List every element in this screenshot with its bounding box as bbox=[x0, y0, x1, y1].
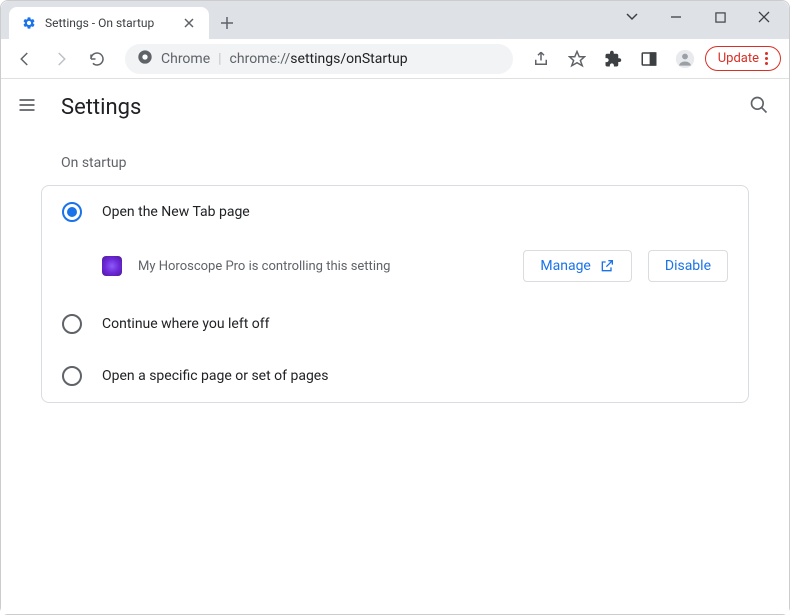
forward-button[interactable] bbox=[45, 43, 77, 75]
settings-header: Settings bbox=[1, 79, 789, 135]
page-title: Settings bbox=[61, 95, 141, 120]
url-scheme: Chrome bbox=[161, 51, 210, 67]
address-bar[interactable]: Chrome | chrome://settings/onStartup bbox=[125, 44, 513, 74]
radio-unselected-icon bbox=[62, 366, 82, 386]
new-tab-button[interactable] bbox=[213, 9, 241, 37]
extension-app-icon bbox=[102, 256, 122, 276]
gear-icon bbox=[21, 15, 37, 31]
share-icon[interactable] bbox=[525, 43, 557, 75]
radio-selected-icon bbox=[62, 202, 82, 222]
update-button[interactable]: Update bbox=[705, 46, 781, 71]
extension-notice-text: My Horoscope Pro is controlling this set… bbox=[138, 259, 507, 274]
close-tab-icon[interactable] bbox=[181, 15, 197, 31]
browser-tab[interactable]: Settings - On startup bbox=[9, 7, 209, 39]
manage-label: Manage bbox=[540, 258, 590, 274]
bookmark-icon[interactable] bbox=[561, 43, 593, 75]
disable-button[interactable]: Disable bbox=[648, 250, 728, 282]
startup-card: Open the New Tab page My Horoscope Pro i… bbox=[41, 185, 749, 403]
search-icon[interactable] bbox=[749, 95, 773, 119]
update-label: Update bbox=[718, 51, 759, 66]
toolbar: Chrome | chrome://settings/onStartup bbox=[1, 39, 789, 79]
open-external-icon bbox=[599, 258, 615, 274]
chrome-logo-icon bbox=[137, 49, 153, 69]
manage-button[interactable]: Manage bbox=[523, 250, 631, 282]
url-path: settings/onStartup bbox=[290, 51, 407, 67]
more-menu-icon bbox=[765, 52, 768, 65]
reload-button[interactable] bbox=[81, 43, 113, 75]
radio-label: Open the New Tab page bbox=[102, 204, 250, 220]
close-window-button[interactable] bbox=[743, 3, 785, 31]
radio-label: Continue where you left off bbox=[102, 316, 270, 332]
chevron-down-icon[interactable] bbox=[611, 3, 653, 31]
url-origin: chrome:// bbox=[230, 51, 291, 67]
extensions-icon[interactable] bbox=[597, 43, 629, 75]
menu-icon[interactable] bbox=[17, 95, 41, 119]
back-button[interactable] bbox=[9, 43, 41, 75]
maximize-button[interactable] bbox=[699, 3, 741, 31]
radio-unselected-icon bbox=[62, 314, 82, 334]
radio-option-new-tab[interactable]: Open the New Tab page bbox=[42, 186, 748, 238]
minimize-button[interactable] bbox=[655, 3, 697, 31]
radio-option-specific-pages[interactable]: Open a specific page or set of pages bbox=[42, 350, 748, 402]
section-label: On startup bbox=[61, 155, 749, 171]
profile-icon[interactable] bbox=[669, 43, 701, 75]
extension-notice-row: My Horoscope Pro is controlling this set… bbox=[42, 238, 748, 298]
radio-label: Open a specific page or set of pages bbox=[102, 368, 328, 384]
side-panel-icon[interactable] bbox=[633, 43, 665, 75]
disable-label: Disable bbox=[665, 258, 711, 274]
radio-option-continue[interactable]: Continue where you left off bbox=[42, 298, 748, 350]
titlebar: Settings - On startup bbox=[1, 1, 789, 39]
tab-title: Settings - On startup bbox=[45, 16, 154, 30]
